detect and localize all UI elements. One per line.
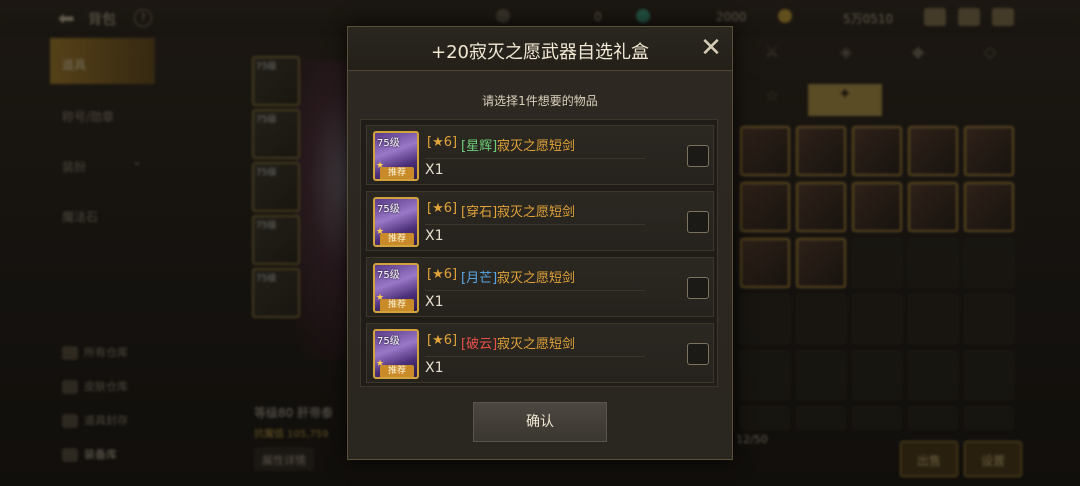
dagger-icon: 75级 ★ 推荐 <box>373 131 419 181</box>
item-level: 75级 <box>377 138 400 149</box>
recommend-badge: 推荐 <box>380 167 414 179</box>
item-quantity: X1 <box>425 360 444 376</box>
selection-gift-box-dialog: +20寂灭之愿武器自选礼盒 ✕ 请选择1件想要的物品 75级 ★ 推荐 [★6]… <box>347 26 733 460</box>
recommend-badge: 推荐 <box>380 299 414 311</box>
item-name: 寂灭之愿短剑 <box>497 271 576 286</box>
list-item[interactable]: 75级 ★ 推荐 [★6] [月芒] 寂灭之愿短剑 X1 <box>366 257 714 317</box>
dagger-icon: 75级 ★ 推荐 <box>373 263 419 313</box>
recommend-badge: 推荐 <box>380 365 414 377</box>
item-star-prefix: [★6] <box>427 201 458 216</box>
item-list: 75级 ★ 推荐 [★6] [星辉] 寂灭之愿短剑 X1 75级 ★ 推荐 [★… <box>360 119 718 387</box>
divider <box>425 158 645 159</box>
item-variant-name: [月芒] <box>461 271 498 286</box>
divider <box>425 356 645 357</box>
dialog-title: +20寂灭之愿武器自选礼盒 <box>431 42 649 63</box>
item-name: 寂灭之愿短剑 <box>497 139 576 154</box>
recommend-badge: 推荐 <box>380 233 414 245</box>
list-item[interactable]: 75级 ★ 推荐 [★6] [星辉] 寂灭之愿短剑 X1 <box>366 125 714 185</box>
select-checkbox[interactable] <box>687 211 709 233</box>
dialog-header: +20寂灭之愿武器自选礼盒 ✕ <box>348 27 732 71</box>
item-name: 寂灭之愿短剑 <box>497 337 576 352</box>
item-variant-name: [破云] <box>461 337 498 352</box>
item-quantity: X1 <box>425 228 444 244</box>
select-checkbox[interactable] <box>687 277 709 299</box>
confirm-button[interactable]: 确认 <box>473 402 607 442</box>
divider <box>425 224 645 225</box>
list-item[interactable]: 75级 ★ 推荐 [★6] [穿石] 寂灭之愿短剑 X1 <box>366 191 714 251</box>
select-checkbox[interactable] <box>687 145 709 167</box>
item-star-prefix: [★6] <box>427 135 458 150</box>
item-star-prefix: [★6] <box>427 333 458 348</box>
dagger-icon: 75级 ★ 推荐 <box>373 197 419 247</box>
dagger-icon: 75级 ★ 推荐 <box>373 329 419 379</box>
item-variant-name: [星辉] <box>461 139 498 154</box>
close-icon[interactable]: ✕ <box>696 33 726 63</box>
game-screen: ⬅ 背包 ? 0 2000 5万0510 道具 称号/勋章 装扮 ⌄ 魔法石 所… <box>0 0 1080 486</box>
item-name: 寂灭之愿短剑 <box>497 205 576 220</box>
item-variant-name: [穿石] <box>461 205 498 220</box>
list-item[interactable]: 75级 ★ 推荐 [★6] [破云] 寂灭之愿短剑 X1 <box>366 323 714 383</box>
dialog-subtitle: 请选择1件想要的物品 <box>482 94 598 108</box>
item-star-prefix: [★6] <box>427 267 458 282</box>
select-checkbox[interactable] <box>687 343 709 365</box>
divider <box>425 290 645 291</box>
item-level: 75级 <box>377 270 400 281</box>
item-quantity: X1 <box>425 294 444 310</box>
item-level: 75级 <box>377 204 400 215</box>
item-level: 75级 <box>377 336 400 347</box>
item-quantity: X1 <box>425 162 444 178</box>
